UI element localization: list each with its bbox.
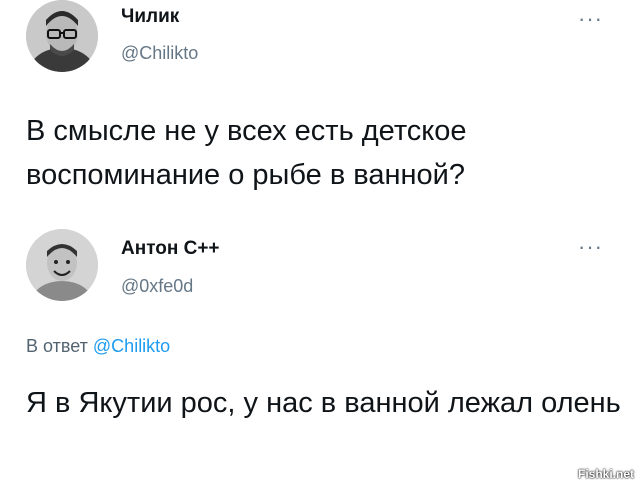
- reply-author-name[interactable]: Антон С++: [121, 238, 220, 260]
- tweet-avatar[interactable]: [26, 0, 98, 72]
- tweet-text: В смысле не у всех есть детское воспомин…: [26, 115, 467, 191]
- avatar-photo: [26, 0, 98, 72]
- reply-to-mention[interactable]: @Chilikto: [93, 336, 170, 356]
- avatar-photo: [26, 229, 98, 301]
- reply-avatar[interactable]: [26, 229, 98, 301]
- reply-to-prefix: В ответ: [26, 336, 88, 356]
- tweet-author-handle[interactable]: @Chilikto: [121, 43, 198, 64]
- reply-text: Я в Якутии рос, у нас в ванной лежал оле…: [26, 387, 621, 419]
- more-horizontal-icon[interactable]: ···: [578, 236, 603, 258]
- tweet-author-name[interactable]: Чилик: [121, 6, 179, 28]
- reply-author-handle[interactable]: @0xfe0d: [121, 276, 193, 297]
- more-horizontal-icon[interactable]: ···: [578, 8, 603, 30]
- watermark: Fishki.net: [577, 467, 634, 481]
- reply-to-line: В ответ @Chilikto: [26, 336, 170, 357]
